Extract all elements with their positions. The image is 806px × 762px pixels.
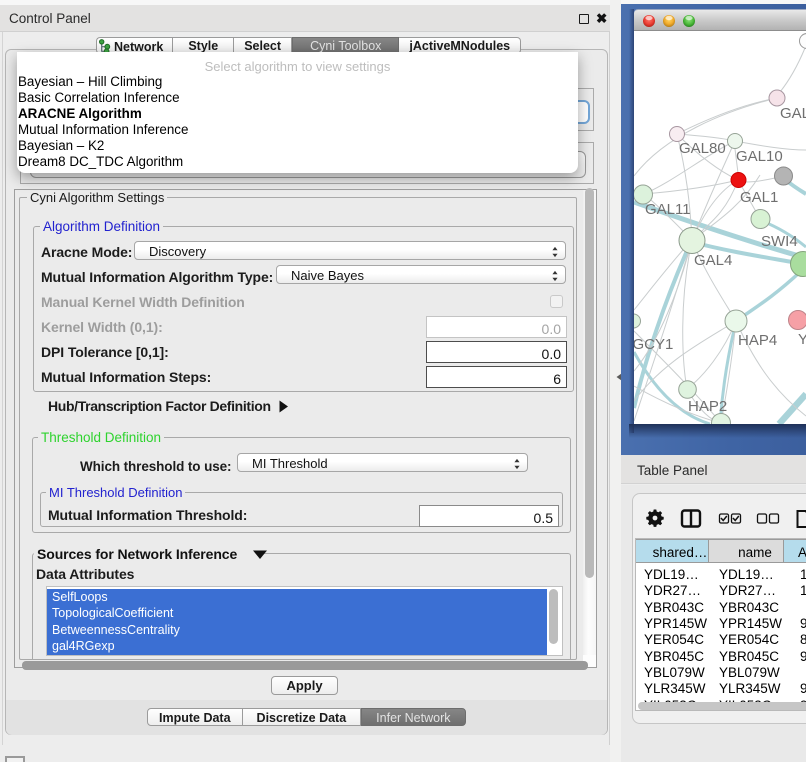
svg-text:GCY1: GCY1 (634, 336, 673, 353)
svg-text:GAL80: GAL80 (679, 140, 726, 157)
svg-text:GAL: GAL (780, 105, 806, 122)
svg-text:HAP4: HAP4 (738, 332, 777, 349)
svg-text:GAL1: GAL1 (740, 189, 778, 206)
svg-text:SWI4: SWI4 (761, 233, 798, 250)
svg-text:GAL11: GAL11 (645, 201, 691, 218)
svg-text:HAP2: HAP2 (688, 398, 727, 415)
svg-text:GAL10: GAL10 (736, 148, 783, 165)
svg-text:GAL4: GAL4 (694, 252, 732, 269)
svg-text:Y: Y (798, 331, 806, 348)
